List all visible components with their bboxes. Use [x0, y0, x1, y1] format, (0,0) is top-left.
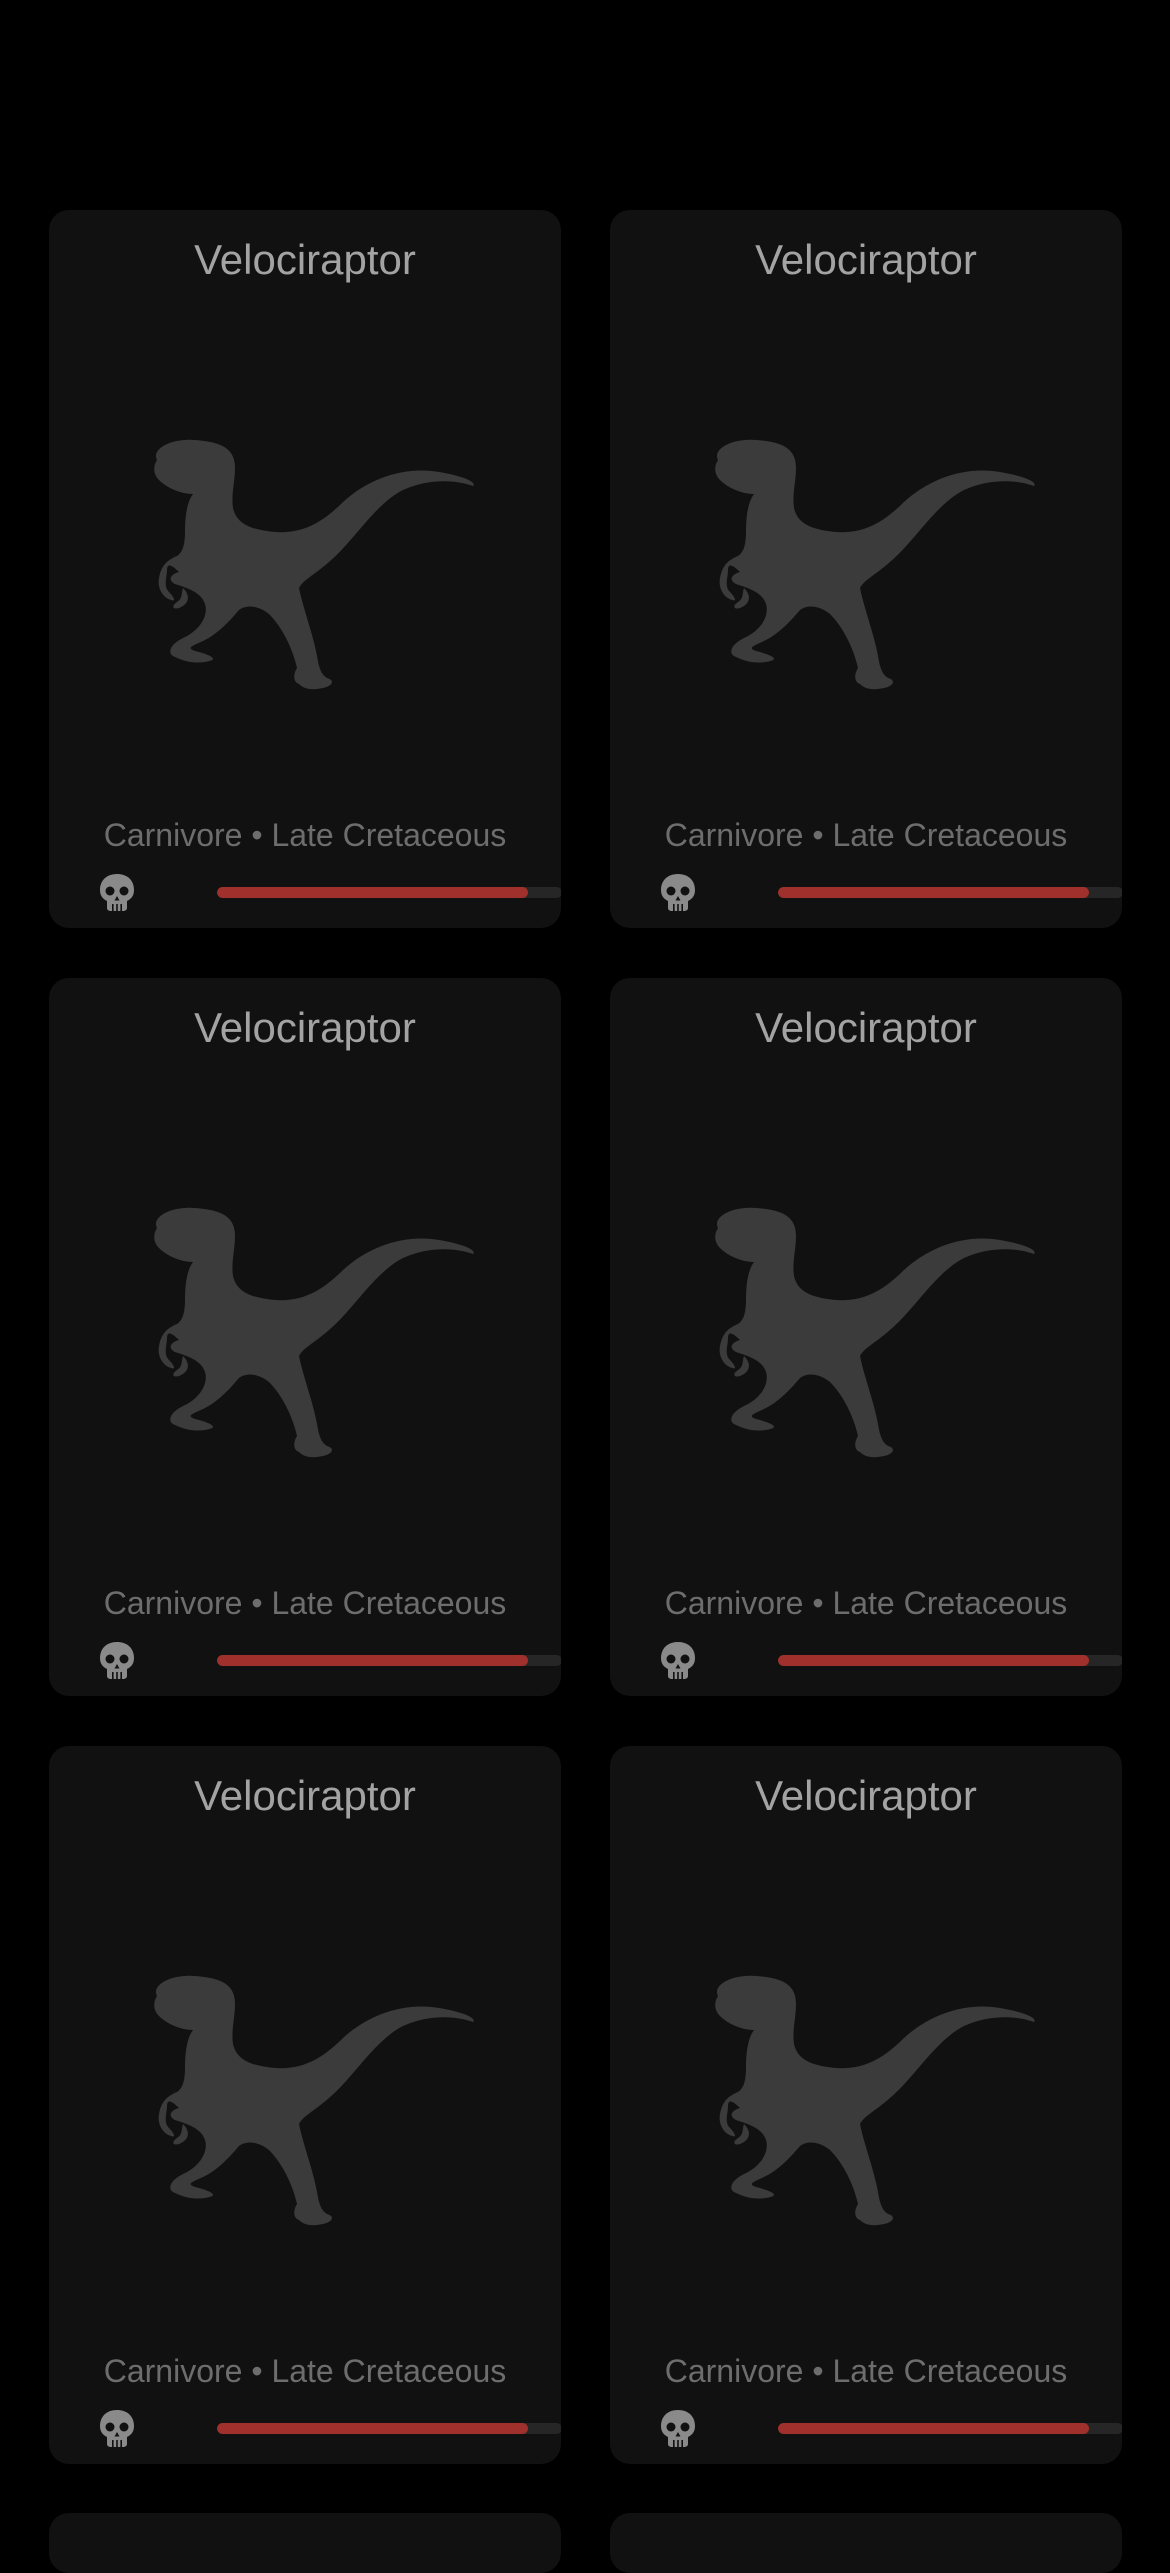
dinosaur-card-partial[interactable]	[49, 2513, 561, 2573]
velociraptor-silhouette-icon	[704, 1974, 1036, 2228]
dinosaur-meta: Carnivore • Late Cretaceous	[103, 817, 507, 853]
danger-bar-fill	[778, 887, 1089, 898]
skull-icon	[99, 872, 135, 912]
dinosaur-meta: Carnivore • Late Cretaceous	[103, 1585, 507, 1621]
danger-meter	[99, 2408, 561, 2448]
danger-bar-fill	[778, 1655, 1089, 1666]
danger-meter	[99, 1640, 561, 1680]
danger-bar-track	[217, 1655, 561, 1666]
dinosaur-meta: Carnivore • Late Cretaceous	[664, 2353, 1068, 2389]
dinosaur-name: Velociraptor	[194, 1772, 416, 1819]
velociraptor-silhouette-icon	[143, 1974, 475, 2228]
danger-meter	[660, 2408, 1122, 2448]
velociraptor-silhouette-icon	[143, 1206, 475, 1460]
dinosaur-name: Velociraptor	[194, 1004, 416, 1051]
dinosaur-card[interactable]: Velociraptor Carnivore • Late Cretaceous	[49, 210, 561, 928]
dinosaur-name: Velociraptor	[194, 236, 416, 283]
danger-bar-track	[778, 1655, 1122, 1666]
dinosaur-name: Velociraptor	[755, 1772, 977, 1819]
danger-bar-track	[778, 2423, 1122, 2434]
skull-icon	[99, 2408, 135, 2448]
velociraptor-silhouette-icon	[704, 1206, 1036, 1460]
dinosaur-card[interactable]: Velociraptor Carnivore • Late Cretaceous	[49, 978, 561, 1696]
dinosaur-name: Velociraptor	[755, 1004, 977, 1051]
danger-meter	[99, 872, 561, 912]
velociraptor-silhouette-icon	[143, 438, 475, 692]
danger-bar-fill	[217, 1655, 528, 1666]
dinosaur-meta: Carnivore • Late Cretaceous	[664, 817, 1068, 853]
dinosaur-name: Velociraptor	[755, 236, 977, 283]
dinosaur-card-partial[interactable]	[610, 2513, 1122, 2573]
skull-icon	[99, 1640, 135, 1680]
danger-bar-track	[778, 887, 1122, 898]
dinosaur-card[interactable]: Velociraptor Carnivore • Late Cretaceous	[610, 978, 1122, 1696]
velociraptor-silhouette-icon	[704, 438, 1036, 692]
dinosaur-card[interactable]: Velociraptor Carnivore • Late Cretaceous	[610, 1746, 1122, 2464]
danger-bar-fill	[217, 2423, 528, 2434]
danger-meter	[660, 1640, 1122, 1680]
skull-icon	[660, 2408, 696, 2448]
dinosaur-meta: Carnivore • Late Cretaceous	[103, 2353, 507, 2389]
dinosaur-card[interactable]: Velociraptor Carnivore • Late Cretaceous	[49, 1746, 561, 2464]
danger-bar-track	[217, 2423, 561, 2434]
skull-icon	[660, 872, 696, 912]
danger-bar-fill	[217, 887, 528, 898]
danger-bar-fill	[778, 2423, 1089, 2434]
skull-icon	[660, 1640, 696, 1680]
dinosaur-meta: Carnivore • Late Cretaceous	[664, 1585, 1068, 1621]
dinosaur-grid: Velociraptor Carnivore • Late Cretaceous…	[0, 0, 1170, 2573]
danger-meter	[660, 872, 1122, 912]
danger-bar-track	[217, 887, 561, 898]
dinosaur-card[interactable]: Velociraptor Carnivore • Late Cretaceous	[610, 210, 1122, 928]
